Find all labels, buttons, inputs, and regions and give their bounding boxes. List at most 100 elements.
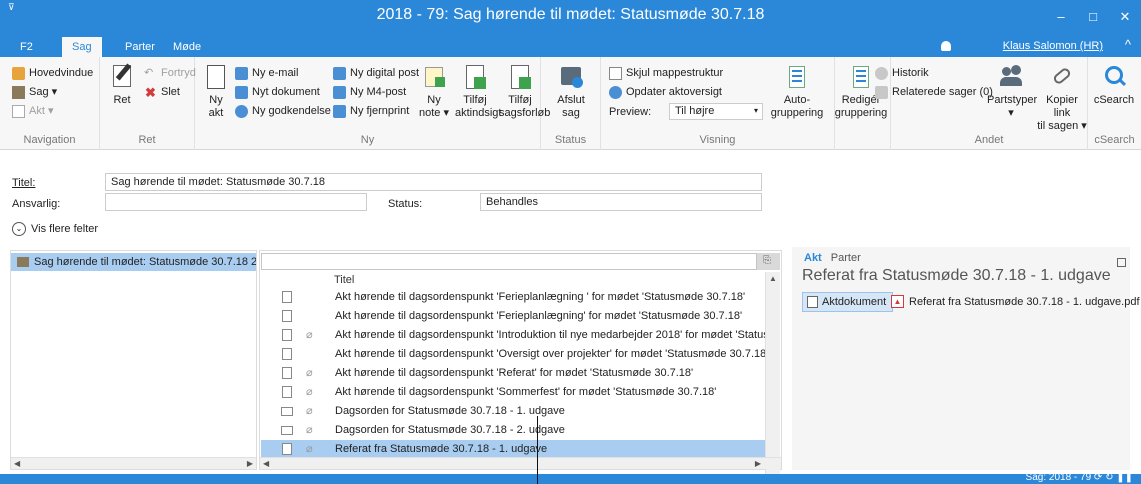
- tab-moede[interactable]: Møde: [163, 37, 211, 57]
- ny-akt-button[interactable]: Ny akt: [203, 63, 229, 120]
- home-icon: [12, 66, 25, 80]
- slet-button[interactable]: ✖ Slet: [144, 84, 180, 100]
- preview-label: Preview:: [609, 106, 652, 118]
- group-status: Afslut sag Status: [541, 57, 601, 150]
- minimize-button[interactable]: –: [1045, 0, 1077, 33]
- tilfoej-aktindsigt-button[interactable]: Tilføj aktindsigt: [455, 63, 501, 120]
- case-folder-icon: [17, 257, 29, 267]
- kopier-link-button[interactable]: Kopier link til sagen ▾: [1037, 63, 1087, 133]
- group-label-navigation: Navigation: [23, 134, 76, 146]
- tab-parter[interactable]: Parter: [115, 37, 165, 57]
- chevron-down-icon: ▾: [753, 106, 758, 115]
- auto-group-icon: [784, 63, 810, 91]
- status-field[interactable]: Behandles: [480, 193, 762, 211]
- document-icon: [282, 310, 292, 322]
- list-vertical-scrollbar[interactable]: ▲ ▼: [765, 272, 780, 484]
- envelope-icon: [281, 407, 293, 416]
- group-ret: Ret ↶ Fortryd ✖ Slet Ret: [100, 57, 196, 150]
- vis-flere-felter-button[interactable]: ⌄ Vis flere felter: [12, 222, 98, 236]
- ret-button[interactable]: Ret: [108, 63, 136, 107]
- tree-horizontal-scrollbar[interactable]: ◀ ▶: [11, 457, 256, 469]
- historik-button[interactable]: Historik: [875, 65, 929, 81]
- partstyper-button[interactable]: Partstyper ▾: [987, 63, 1037, 120]
- list-item[interactable]: ⌀ Dagsorden for Statusmøde 30.7.18 - 1. u…: [261, 402, 765, 421]
- user-link[interactable]: Klaus Salomon (HR): [1003, 40, 1103, 52]
- pdf-icon: ▲: [891, 295, 904, 308]
- titel-field[interactable]: Sag hørende til mødet: Statusmøde 30.7.1…: [105, 173, 762, 191]
- list-item[interactable]: Akt hørende til dagsordenspunkt 'Feriepl…: [261, 307, 765, 326]
- titel-label: Titel:: [12, 177, 36, 189]
- ny-digital-post-button[interactable]: Ny digital post: [333, 65, 419, 81]
- csearch-button[interactable]: cSearch: [1092, 63, 1136, 107]
- fortryd-button[interactable]: ↶ Fortryd: [144, 65, 196, 81]
- scroll-right-icon[interactable]: ▶: [247, 459, 253, 468]
- delete-x-icon: ✖: [145, 84, 156, 100]
- group-label-csearch: cSearch: [1094, 134, 1135, 146]
- envelope-icon: [281, 426, 293, 435]
- tree-item-case[interactable]: Sag hørende til mødet: Statusmøde 30.7.1…: [11, 253, 256, 271]
- ansvarlig-field[interactable]: [105, 193, 367, 211]
- add-insight-icon: [462, 63, 488, 91]
- list-filter-input[interactable]: [261, 253, 757, 270]
- edit-group-icon: [848, 63, 874, 91]
- sag-menu-button[interactable]: Sag ▾: [12, 84, 57, 100]
- ny-m4-post-button[interactable]: Ny M4-post: [333, 84, 406, 100]
- people-icon: [998, 63, 1024, 91]
- details-tab-akt[interactable]: Akt: [804, 252, 822, 264]
- attachment-clip-icon: ⌀: [306, 405, 313, 417]
- nyt-dokument-button[interactable]: Nyt dokument: [235, 84, 320, 100]
- group-label-ny: Ny: [360, 134, 375, 146]
- group-navigation: Hovedvindue Sag ▾ Akt ▾ Navigation: [0, 57, 100, 150]
- folder-tree-pane: Sag hørende til mødet: Statusmøde 30.7.1…: [10, 250, 257, 470]
- ny-godkendelse-button[interactable]: Ny godkendelse: [235, 103, 331, 119]
- user-icon: [941, 41, 951, 51]
- aktdokument-button[interactable]: Aktdokument: [802, 292, 894, 312]
- status-bar: Sag: 2018 - 79 ⟳ ↻ ❚❚: [0, 472, 1141, 484]
- skjul-mappestruktur-button[interactable]: Skjul mappestruktur: [609, 65, 723, 81]
- group-label-ret: Ret: [138, 134, 156, 146]
- filter-icon[interactable]: ⎘: [757, 253, 780, 270]
- afslut-sag-button[interactable]: Afslut sag: [556, 63, 586, 120]
- ny-note-button[interactable]: Ny note ▾: [419, 63, 449, 120]
- tab-f2[interactable]: F2: [10, 37, 43, 57]
- tab-sag[interactable]: Sag: [62, 37, 102, 57]
- maximize-button[interactable]: □: [1077, 0, 1109, 33]
- close-button[interactable]: ✕: [1109, 0, 1141, 33]
- group-csearch: cSearch cSearch: [1088, 57, 1141, 150]
- scroll-left-icon[interactable]: ◀: [14, 459, 20, 468]
- details-tab-parter[interactable]: Parter: [831, 252, 861, 264]
- new-doc-icon: [235, 85, 248, 99]
- auto-gruppering-button[interactable]: Auto- gruppering: [769, 63, 825, 120]
- collapse-ribbon-button[interactable]: ^: [1125, 37, 1131, 52]
- scroll-right-icon[interactable]: ▶: [755, 459, 761, 468]
- list-item[interactable]: Akt hørende til dagsordenspunkt 'Oversig…: [261, 345, 765, 364]
- scroll-up-icon[interactable]: ▲: [769, 274, 777, 283]
- list-item[interactable]: Akt hørende til dagsordenspunkt 'Feriepl…: [261, 288, 765, 307]
- ny-email-button[interactable]: Ny e-mail: [235, 65, 298, 81]
- document-icon: [282, 329, 292, 341]
- relaterede-sager-button[interactable]: Relaterede sager (0): [875, 84, 993, 100]
- list-item-title: Akt hørende til dagsordenspunkt 'Oversig…: [335, 348, 765, 360]
- column-header-titel[interactable]: Titel: [334, 274, 354, 286]
- popout-icon[interactable]: [1117, 258, 1126, 267]
- list-item[interactable]: ⌀ Akt hørende til dagsordenspunkt 'Refera…: [261, 364, 765, 383]
- list-item[interactable]: ⌀ Akt hørende til dagsordenspunkt 'Introd…: [261, 326, 765, 345]
- opdater-aktoversigt-button[interactable]: Opdater aktoversigt: [609, 84, 722, 100]
- preview-select[interactable]: Til højre ▾: [669, 103, 763, 120]
- akt-menu-button[interactable]: Akt ▾: [12, 103, 53, 119]
- list-item-title: Akt hørende til dagsordenspunkt 'Introdu…: [335, 329, 765, 341]
- hovedvindue-button[interactable]: Hovedvindue: [12, 65, 93, 81]
- pdf-file-link[interactable]: ▲ Referat fra Statusmøde 30.7.18 - 1. ud…: [891, 295, 1140, 308]
- list-item[interactable]: ⌀ Dagsorden for Statusmøde 30.7.18 - 2. u…: [261, 421, 765, 440]
- list-item[interactable]: ⌀ Akt hørende til dagsordenspunkt 'Sommer…: [261, 383, 765, 402]
- folder-structure-icon: [609, 66, 622, 80]
- group-ny: Ny akt Ny e-mail Nyt dokument Ny godkend…: [195, 57, 550, 150]
- add-process-icon: [507, 63, 533, 91]
- tilfoej-sagsforloeb-button[interactable]: Tilføj sagsforløb: [499, 63, 550, 120]
- list-horizontal-scrollbar[interactable]: ◀ ▶: [260, 457, 781, 469]
- scroll-left-icon[interactable]: ◀: [263, 459, 269, 468]
- ny-fjernprint-button[interactable]: Ny fjernprint: [333, 103, 409, 119]
- window-title: 2018 - 79: Sag hørende til mødet: Status…: [376, 6, 765, 23]
- link-icon: [1049, 63, 1075, 91]
- ribbon-tab-bar: F2 Sag Parter Møde Klaus Salomon (HR) ^: [0, 33, 1141, 57]
